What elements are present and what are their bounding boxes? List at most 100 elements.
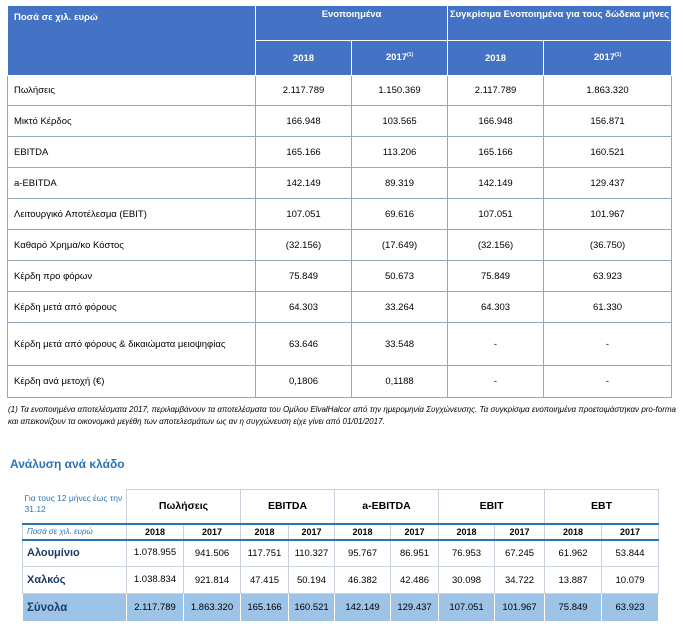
row-label: Αλουμίνιο [22,539,127,567]
cell-value: 166.948 [255,105,352,137]
row-label: Καθαρό Χρημα/κο Κόστος [7,229,256,261]
cell-value: 165.166 [255,136,352,168]
cell-value: 46.382 [334,566,391,594]
cell-value: 30.098 [438,566,496,594]
table-row: Κέρδη μετά από φόρους & δικαιώματα μειοψ… [7,322,673,366]
cell-value: 42.486 [389,566,440,594]
totals-row: Σύνολα 2.117.789 1.863.320 165.166 160.521 14… [22,593,660,622]
year-header: 2018 [544,522,603,541]
cell-value: 113.206 [350,136,449,168]
cell-value: 0,1806 [255,365,352,398]
cell-value: (32.156) [447,229,545,261]
cell-value: - [447,365,545,398]
cell-value: - [543,365,673,398]
cell-value: 2.117.789 [126,593,184,622]
cell-value: 142.149 [255,167,352,199]
cell-value: 67.245 [494,539,546,567]
cell-value: 50.194 [288,566,335,594]
row-label: Χαλκός [22,566,127,594]
cell-value: 941.506 [183,539,241,567]
table-row: Αλουμίνιο 1.078.955 941.506 117.751 110.327 9… [22,539,660,567]
cell-value: 110.327 [288,539,335,567]
cell-value: 1.038.834 [126,566,184,594]
cell-value: 165.166 [447,136,545,168]
cell-value: (17.649) [350,229,449,261]
period-caption: Για τους 12 μήνες έως την 31.12 [24,492,123,514]
year-header: 2018 [334,522,391,541]
cell-value: 160.521 [543,136,673,168]
cell-value: 33.548 [350,322,449,366]
cell-value: 64.303 [255,291,352,323]
table-row: Χαλκός 1.038.834 921.814 47.415 50.194 46.382… [22,566,660,594]
table-row: Κέρδη ανά μετοχή (€) 0,1806 0,1188- - [7,365,673,398]
row-label: Κέρδη ανά μετοχή (€) [7,365,256,398]
group-header: EBT [544,489,660,524]
cell-value: 1.150.369 [350,75,449,106]
cell-value: 61.330 [543,291,673,323]
cell-value: 86.951 [389,539,440,567]
cell-value: 50.673 [350,260,449,292]
table-row: a-EBITDA 142.149 89.319 142.149 129.437 [7,167,673,199]
segment-table: Για τους 12 μήνες έως την 31.12 Πωλήσεις… [22,489,660,622]
cell-value: (32.156) [255,229,352,261]
cell-value: 142.149 [334,593,391,622]
cell-value: 165.166 [240,593,289,622]
group-header: EBITDA [240,489,335,524]
row-label: Μικτό Κέρδος [7,105,256,137]
row-label: a-EBITDA [7,167,256,199]
cell-value: 63.923 [601,593,660,622]
cell-value: 101.967 [494,593,546,622]
consolidated-header: Ενοποιημένα [254,5,449,41]
year-header: 2018 [447,40,545,76]
cell-value: 75.849 [544,593,603,622]
table-row: Καθαρό Χρημα/κο Κόστος (32.156) (17.649) (3… [7,229,673,261]
amounts-unit-label: Ποσά σε χιλ. ευρώ [22,522,127,541]
year-header: 2018 [438,522,496,541]
cell-value: 2.117.789 [447,75,545,106]
cell-value: 166.948 [447,105,545,137]
cell-value: 107.051 [447,198,545,230]
cell-value: 13.887 [544,566,603,594]
cell-value: (36.750) [543,229,673,261]
cell-value: 156.871 [543,105,673,137]
row-label: Κέρδη προ φόρων [7,260,256,292]
cell-value: 69.616 [350,198,449,230]
cell-value: 75.849 [447,260,545,292]
cell-value: 53.844 [601,539,660,567]
cell-value: 1.863.320 [543,75,673,106]
table-row: Λειτουργικό Αποτέλεσμα (EBIT) 107.051 69.6… [7,198,673,230]
table-row: EBITDA 165.166 113.206 165.166 160.521 [7,136,673,168]
cell-value: 103.565 [350,105,449,137]
cell-value: 1.863.320 [183,593,241,622]
cell-value: 101.967 [543,198,673,230]
cell-value: 129.437 [389,593,440,622]
group-header: EBIT [438,489,546,524]
row-label: Σύνολα [22,593,127,622]
cell-value: - [543,322,673,366]
year-header: 2017 [183,522,241,541]
cell-value: 107.051 [438,593,496,622]
cell-value: 117.751 [240,539,289,567]
cell-value: 0,1188 [350,365,449,398]
section-title: Ανάλυση ανά κλάδο [10,457,125,471]
table-row: Κέρδη προ φόρων 75.849 50.673 75.849 63.923 [7,260,673,292]
year-header: 2018 [126,522,184,541]
row-label: Κέρδη μετά από φόρους [7,291,256,323]
table-row: Κέρδη μετά από φόρους 64.303 33.264 64.303 6… [7,291,673,323]
cell-value: 921.814 [183,566,241,594]
results-table: Ποσά σε χιλ. ευρώ Ενοποιημένα Συγκρίσιμα… [7,5,673,398]
cell-value: 129.437 [543,167,673,199]
cell-value: 142.149 [447,167,545,199]
cell-value: 47.415 [240,566,289,594]
year-header: 2017 [494,522,546,541]
footnote: (1) Τα ενοποιημένα αποτελέσματα 2017, πε… [8,405,676,426]
year-header: 2017 [288,522,335,541]
cell-value: 89.319 [350,167,449,199]
cell-value: - [447,322,545,366]
cell-value: 76.953 [438,539,496,567]
cell-value: 107.051 [255,198,352,230]
cell-value: 10.079 [601,566,660,594]
cell-value: 160.521 [288,593,335,622]
year-header: 2018 [240,522,289,541]
cell-value: 64.303 [447,291,545,323]
